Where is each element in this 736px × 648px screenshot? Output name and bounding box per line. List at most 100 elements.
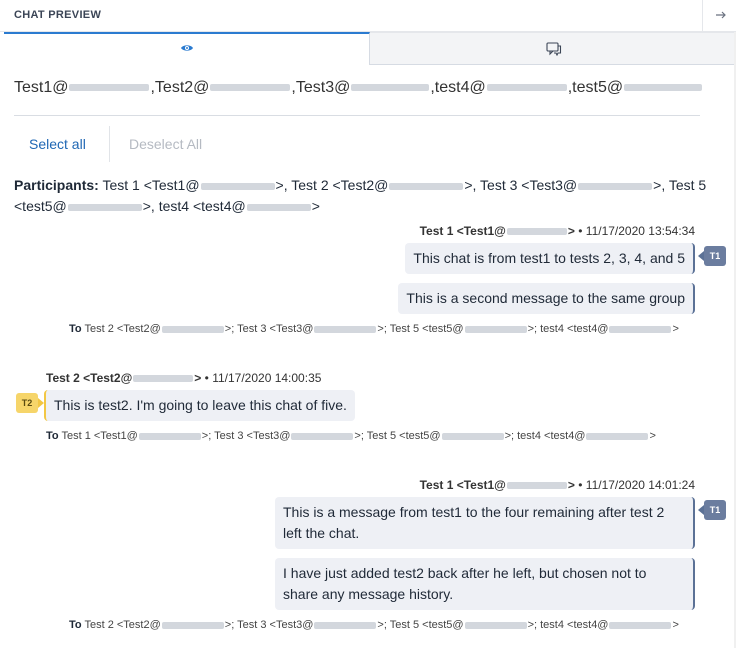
recipient-text: Test 2 <Test2@ — [84, 619, 161, 631]
redacted-domain — [609, 621, 672, 629]
recipient-text: ,test5@ — [567, 79, 624, 96]
participants-list: Participants: Test 1 <Test1@ >, Test 2 <T… — [14, 175, 714, 217]
participant-text: >, test4 <test4@ — [142, 198, 246, 214]
recipient-text: > — [672, 323, 679, 335]
redacted-domain — [69, 84, 150, 92]
redacted-domain — [464, 325, 527, 333]
redacted-domain — [200, 182, 275, 190]
message-meta: Test 2 <Test2@ > • 11/17/2020 14:00:35 — [46, 371, 321, 385]
recipient-text: > — [649, 430, 656, 442]
sender-name: Test 1 <Test1@ — [419, 224, 506, 238]
meta-separator: • — [578, 478, 583, 492]
redacted-domain — [246, 203, 311, 211]
to-label: To — [46, 430, 59, 442]
to-recipients: To Test 2 <Test2@ >; Test 3 <Test3@ >; Tes… — [69, 323, 679, 335]
to-recipients: To Test 1 <Test1@ >; Test 3 <Test3@ >; Tes… — [46, 430, 656, 442]
recipient-text: > — [672, 619, 679, 631]
message-text: This chat is from test1 to tests 2, 3, 4… — [413, 250, 685, 266]
redacted-domain — [609, 325, 672, 333]
redacted-domain — [133, 375, 194, 383]
redacted-domain — [291, 432, 354, 440]
to-label: To — [69, 323, 82, 335]
redacted-domain — [138, 432, 201, 440]
recipient-text: >; Test 3 <Test3@ — [201, 430, 291, 442]
panel-header: CHAT PREVIEW — [0, 0, 736, 32]
redacted-domain — [624, 84, 703, 92]
participant-text: >, Test 3 <Test3@ — [464, 177, 578, 193]
redacted-domain — [351, 84, 430, 92]
tab-bar — [4, 32, 736, 65]
button-divider — [109, 126, 110, 162]
redacted-domain — [506, 482, 567, 490]
redacted-domain — [486, 84, 567, 92]
panel-title: CHAT PREVIEW — [14, 9, 102, 21]
tab-preview[interactable] — [4, 32, 370, 65]
meta-separator: • — [204, 371, 209, 385]
header-divider — [702, 0, 703, 32]
sender-name: Test 1 <Test1@ — [419, 478, 506, 492]
message-meta: Test 1 <Test1@ > • 11/17/2020 14:01:24 — [420, 478, 695, 492]
participant-text: <test5@ — [14, 198, 67, 214]
recipient-text: >; Test 5 <test5@ — [377, 619, 464, 631]
chat-message: I have just added test2 back after he le… — [275, 558, 695, 610]
avatar: T1 — [704, 500, 726, 520]
message-text: I have just added test2 back after he le… — [283, 565, 647, 602]
avatar: T2 — [16, 393, 38, 413]
chat-message: This is test2. I'm going to leave this c… — [44, 390, 355, 421]
recipient-text: Test1@ — [14, 79, 69, 96]
redacted-domain — [464, 621, 527, 629]
participant-text: >, Test 5 — [653, 177, 707, 193]
message-timestamp: 11/17/2020 14:01:24 — [585, 478, 695, 492]
redacted-domain — [506, 228, 567, 236]
message-meta: Test 1 <Test1@ > • 11/17/2020 13:54:34 — [420, 224, 695, 238]
participant-text: > — [311, 198, 320, 214]
chat-message: This chat is from test1 to tests 2, 3, 4… — [405, 243, 695, 274]
avatar: T1 — [704, 246, 726, 266]
message-timestamp: 11/17/2020 14:00:35 — [212, 371, 322, 385]
redacted-domain — [314, 325, 377, 333]
eye-icon — [181, 45, 193, 51]
recipient-text: >; Test 3 <Test3@ — [224, 619, 314, 631]
recipient-text: ,Test3@ — [291, 79, 351, 96]
message-text: This is test2. I'm going to leave this c… — [54, 397, 347, 413]
recipient-text: >; Test 5 <test5@ — [377, 323, 464, 335]
divider — [14, 115, 700, 116]
redacted-domain — [578, 182, 653, 190]
redacted-domain — [67, 203, 142, 211]
chat-bubble-icon — [546, 42, 562, 56]
recipient-text: >; test4 <test4@ — [527, 323, 609, 335]
chat-message: This is a message from test1 to the four… — [275, 497, 695, 549]
select-all-button[interactable]: Select all — [29, 136, 86, 152]
sender-name: > — [194, 371, 202, 385]
recipients-line: Test1@ ,Test2@ ,Test3@ ,test4@ ,test5@ — [14, 79, 703, 97]
sender-name: Test 2 <Test2@ — [46, 371, 133, 385]
redacted-domain — [314, 621, 377, 629]
redacted-domain — [210, 84, 291, 92]
recipient-text: >; Test 5 <test5@ — [354, 430, 441, 442]
redacted-domain — [161, 325, 224, 333]
recipient-text: >; test4 <test4@ — [504, 430, 586, 442]
arrow-right-icon[interactable] — [713, 7, 729, 23]
to-label: To — [69, 619, 82, 631]
recipient-text: >; test4 <test4@ — [527, 619, 609, 631]
recipient-text: Test 1 <Test1@ — [61, 430, 138, 442]
to-recipients: To Test 2 <Test2@ >; Test 3 <Test3@ >; Tes… — [69, 619, 679, 631]
chat-message: This is a second message to the same gro… — [398, 283, 695, 314]
redacted-domain — [389, 182, 464, 190]
redacted-domain — [586, 432, 649, 440]
sender-name: > — [567, 224, 575, 238]
recipient-text: ,test4@ — [430, 79, 486, 96]
sender-name: > — [567, 478, 575, 492]
message-text: This is a message from test1 to the four… — [283, 504, 665, 541]
redacted-domain — [441, 432, 504, 440]
recipient-text: >; Test 3 <Test3@ — [224, 323, 314, 335]
meta-separator: • — [578, 224, 583, 238]
participant-text: Test 1 <Test1@ — [102, 177, 200, 193]
participants-label: Participants: — [14, 177, 99, 193]
recipient-text: ,Test2@ — [150, 79, 210, 96]
deselect-all-button[interactable]: Deselect All — [129, 136, 202, 152]
message-text: This is a second message to the same gro… — [406, 290, 685, 306]
tab-chat[interactable] — [370, 32, 736, 65]
redacted-domain — [161, 621, 224, 629]
message-timestamp: 11/17/2020 13:54:34 — [585, 224, 695, 238]
